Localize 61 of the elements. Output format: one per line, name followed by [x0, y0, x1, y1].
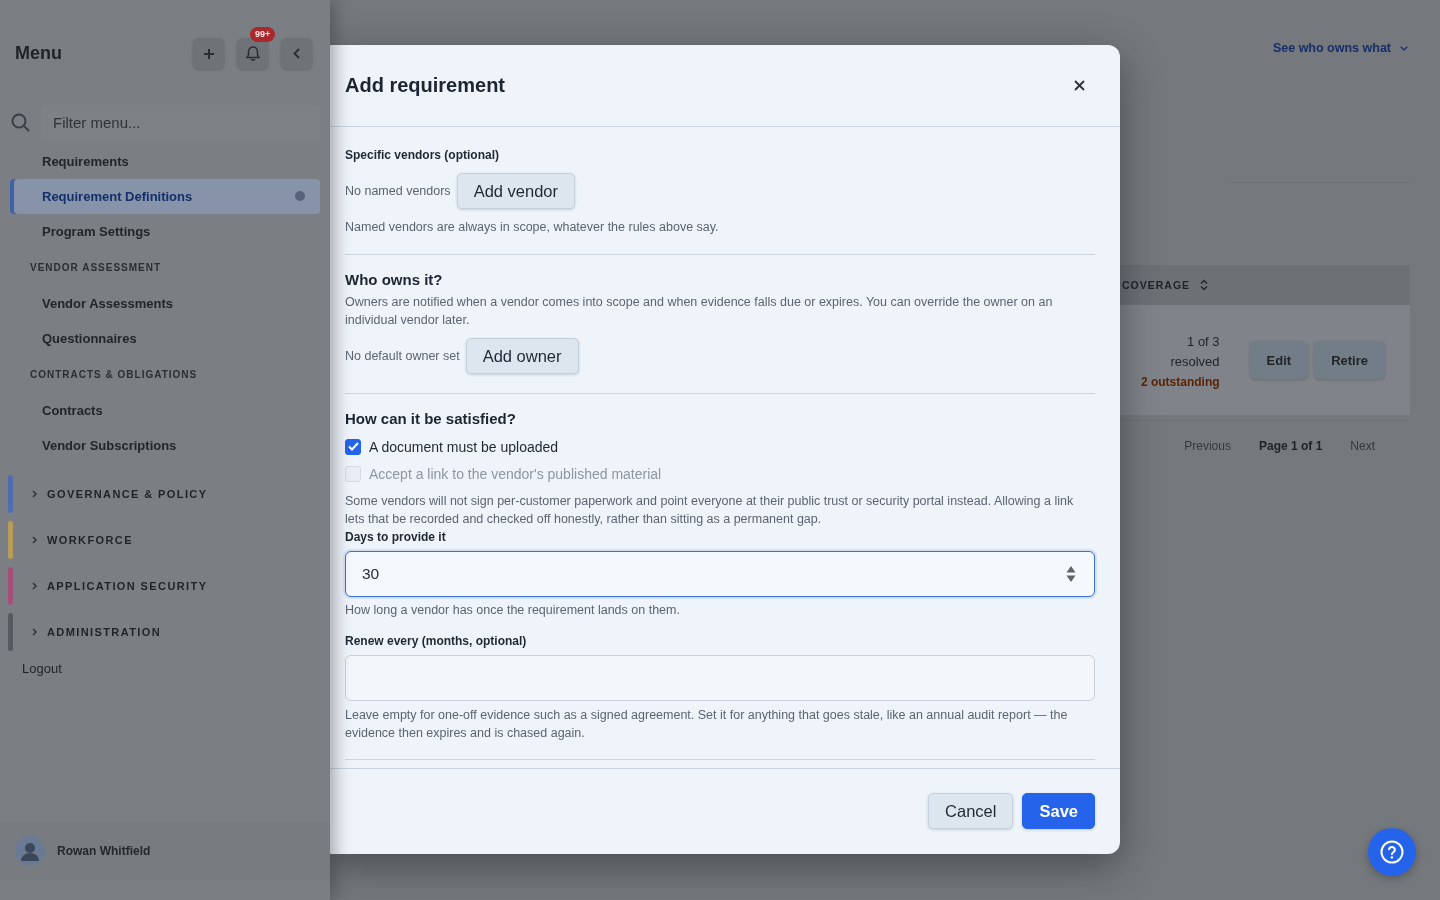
- user-name: Rowan Whitfield: [57, 844, 151, 858]
- section-description: Owners are notified when a vendor comes into scope and when evidence falls due or expires. You can override the owner on an individual vendor later.: [345, 294, 1054, 329]
- page-indicator: Page 1 of 1: [1258, 439, 1323, 453]
- sort-icon: [1200, 279, 1209, 291]
- row-action-button[interactable]: Retire: [1314, 341, 1385, 379]
- collapse-button[interactable]: [281, 38, 312, 69]
- avatar-icon: [15, 836, 45, 866]
- add-vendor-button[interactable]: Add vendor: [456, 173, 576, 209]
- help-icon: [1380, 840, 1404, 864]
- save-button[interactable]: Save: [1022, 793, 1095, 829]
- plus-icon: [203, 48, 214, 59]
- checkmark-icon: [347, 442, 359, 451]
- help-button[interactable]: [1368, 828, 1416, 876]
- field-label: Renew every (months, optional): [345, 633, 528, 649]
- close-icon: [1073, 80, 1085, 91]
- input-field[interactable]: [345, 655, 1095, 701]
- group-header[interactable]: WORKFORCE: [8, 517, 330, 563]
- add-button[interactable]: [193, 38, 224, 69]
- notifications-button[interactable]: [237, 38, 268, 69]
- circle-icon: [295, 191, 305, 201]
- add-owner-button[interactable]: Add owner: [465, 338, 579, 374]
- stepper-arrows-icon[interactable]: [1066, 565, 1076, 583]
- help-text: How long a vendor has once the requirement lands on them.: [345, 602, 681, 619]
- outstanding-text: 2 outstanding: [1140, 374, 1220, 389]
- checkbox-label[interactable]: A document must be uploaded: [369, 438, 559, 455]
- row-action-button[interactable]: Edit: [1249, 341, 1309, 379]
- group-header[interactable]: APPLICATION SECURITY: [8, 563, 330, 609]
- help-text: Leave empty for one-off evidence such as a signed agreement. Set it for anything that goes stale, like an annual audit report — the evidence then expires and is chased again.: [345, 707, 1069, 742]
- field-label: Days to provide it: [345, 529, 447, 545]
- dialog-title: Add requirement: [345, 74, 506, 97]
- field-label: Specific vendors (optional): [345, 147, 501, 163]
- number-field[interactable]: 30: [345, 551, 1095, 597]
- section-heading: How can it be satisfied?: [345, 409, 517, 429]
- coverage-text: 1 of 3 resolved: [1169, 332, 1220, 371]
- nav-item[interactable]: Vendor Assessments: [10, 286, 320, 321]
- help-text: Named vendors are always in scope, whatever the rules above say.: [345, 219, 720, 236]
- owners-link[interactable]: See who owns what: [1272, 40, 1408, 56]
- empty-state-text: No named vendors: [345, 184, 451, 198]
- chevron-left-icon: [293, 48, 300, 59]
- cancel-button[interactable]: Cancel: [928, 793, 1014, 829]
- bell-icon: [245, 45, 260, 62]
- nav-item[interactable]: Requirements: [10, 144, 320, 179]
- nav-item[interactable]: Contracts: [10, 393, 320, 428]
- section-description: Some vendors will not sign per-customer paperwork and point everyone at their public trust or security portal instead. Allowing a link lets that be recorded and checked off honestly, rather than sitting as a permanent gap.: [345, 493, 1075, 528]
- notification-badge: 99+: [250, 27, 276, 42]
- nav-item[interactable]: Requirement Definitions: [10, 179, 320, 214]
- empty-state-text: No default owner set: [345, 349, 460, 363]
- nav-item[interactable]: Questionnaires: [10, 321, 320, 356]
- group-header[interactable]: ADMINISTRATION: [8, 609, 330, 655]
- search-icon: [11, 113, 30, 132]
- logout-link[interactable]: Logout: [22, 655, 62, 681]
- section-heading: VENDOR ASSESSMENT: [29, 261, 163, 275]
- section-heading: CONTRACTS & OBLIGATIONS: [29, 368, 199, 382]
- section-heading: Who owns it?: [345, 270, 444, 290]
- column-header[interactable]: COVERAGE: [1122, 279, 1191, 291]
- nav-item[interactable]: Vendor Subscriptions: [10, 428, 320, 463]
- group-header[interactable]: GOVERNANCE & POLICY: [8, 471, 330, 517]
- nav-item[interactable]: Program Settings: [10, 214, 320, 249]
- caret-down-icon: [1400, 45, 1408, 51]
- menu-title: Menu: [15, 43, 62, 64]
- checkbox[interactable]: [345, 438, 361, 455]
